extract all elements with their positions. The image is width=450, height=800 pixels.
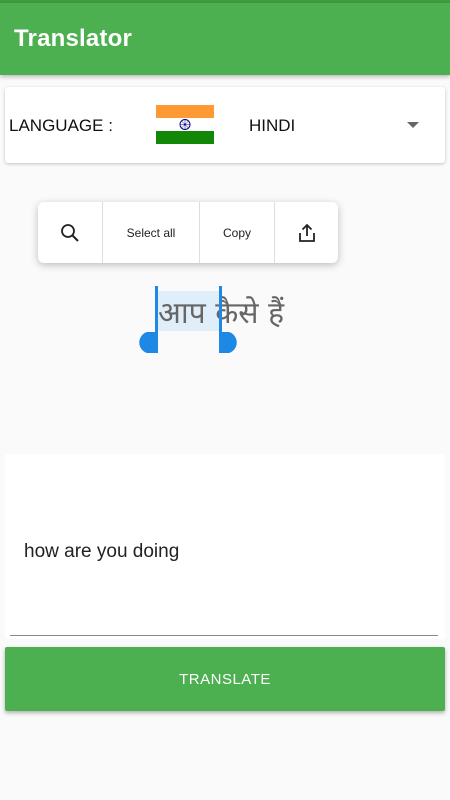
- input-card: how are you doing: [5, 454, 445, 639]
- app-bar: Translator: [0, 3, 450, 75]
- selection-end-handle[interactable]: [217, 286, 241, 354]
- source-text-input[interactable]: how are you doing: [24, 541, 179, 563]
- dropdown-arrow-icon[interactable]: [407, 122, 419, 128]
- language-label: LANGUAGE :: [9, 116, 113, 135]
- search-button[interactable]: [38, 202, 103, 263]
- select-all-button[interactable]: Select all: [103, 202, 200, 263]
- india-flag-icon: [156, 105, 214, 144]
- copy-button[interactable]: Copy: [200, 202, 275, 263]
- selection-start-handle[interactable]: [136, 286, 160, 354]
- share-button[interactable]: [275, 202, 338, 263]
- text-selection-toolbar: Select all Copy: [38, 202, 338, 263]
- translate-button[interactable]: TRANSLATE: [5, 647, 445, 711]
- language-selector-card[interactable]: LANGUAGE : HINDI: [5, 87, 445, 163]
- selected-language[interactable]: HINDI: [249, 116, 295, 136]
- input-underline: [10, 635, 438, 636]
- app-title: Translator: [14, 25, 133, 52]
- share-icon: [298, 223, 315, 242]
- search-icon: [61, 223, 79, 242]
